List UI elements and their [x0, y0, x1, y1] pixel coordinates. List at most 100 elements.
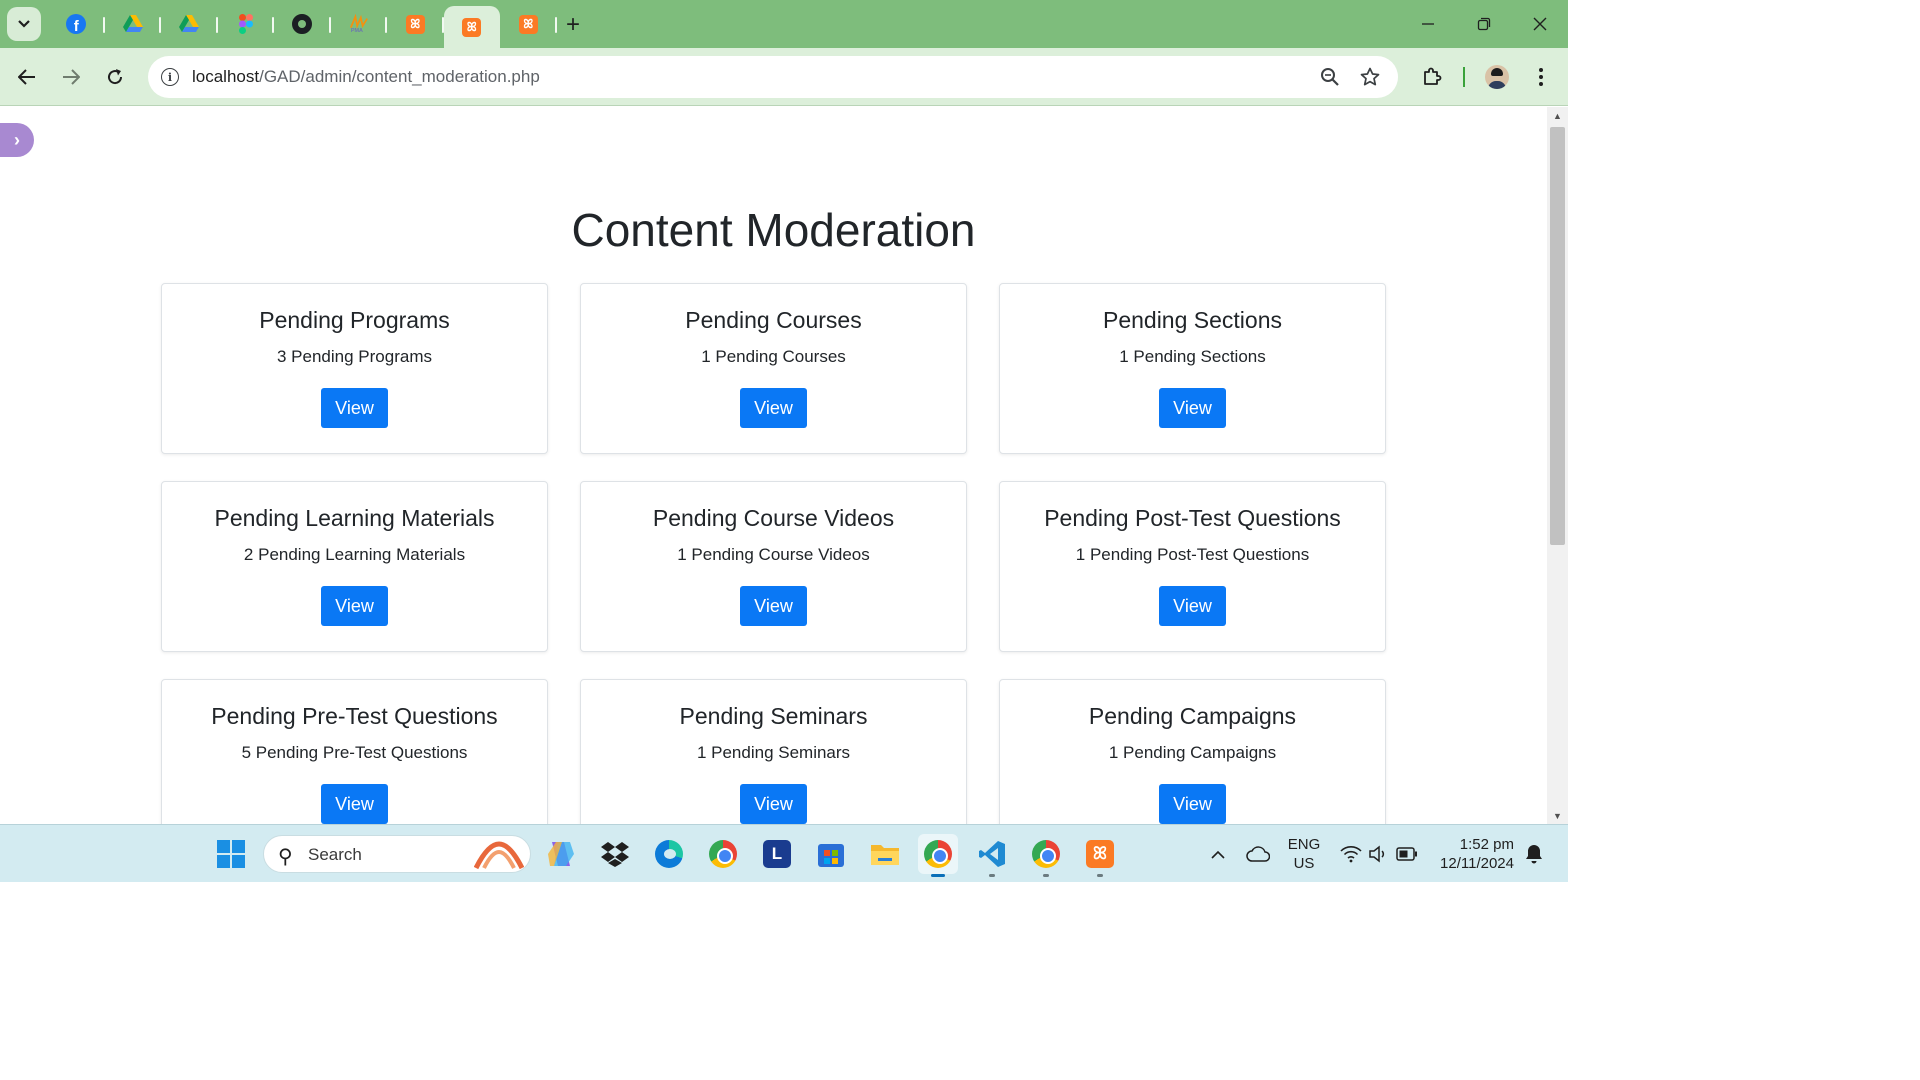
zoom-button[interactable]: [1318, 65, 1342, 89]
sidebar-toggle-button[interactable]: ›: [0, 123, 34, 157]
card-pending-programs: Pending Programs 3 Pending Programs View: [161, 283, 548, 454]
taskbar-copilot[interactable]: [541, 834, 581, 874]
card-title: Pending Learning Materials: [214, 505, 495, 531]
browser-menu-button[interactable]: [1526, 62, 1556, 92]
page-title: Content Moderation: [571, 204, 976, 256]
windows-logo-icon: [217, 840, 245, 868]
reload-button[interactable]: [100, 62, 130, 92]
tab-google-drive-2[interactable]: [161, 0, 218, 48]
restore-icon: [1477, 17, 1491, 31]
scroll-thumb[interactable]: [1550, 127, 1565, 545]
tab-github[interactable]: [274, 0, 331, 48]
taskbar-dropbox[interactable]: [595, 834, 635, 874]
xampp-icon: ꕤ: [462, 17, 482, 37]
clock[interactable]: 1:52 pm 12/11/2024: [1432, 825, 1522, 883]
tab-facebook[interactable]: f: [48, 0, 105, 48]
active-indicator: [931, 874, 945, 877]
taskbar-microsoft-store[interactable]: [811, 834, 851, 874]
chevron-right-icon: ›: [14, 129, 20, 150]
chrome-profile-icon: [924, 840, 952, 868]
card-count: 5 Pending Pre-Test Questions: [241, 743, 468, 762]
card-pending-sections: Pending Sections 1 Pending Sections View: [999, 283, 1386, 454]
more-vert-icon: [1539, 68, 1543, 86]
tab-xampp-active[interactable]: ꕤ: [443, 6, 500, 48]
search-highlight-icon: [474, 841, 524, 870]
taskbar-app-l[interactable]: L: [757, 834, 797, 874]
tab-google-drive-1[interactable]: [105, 0, 162, 48]
taskbar-chrome-profile[interactable]: [918, 834, 958, 877]
card-title: Pending Post-Test Questions: [1044, 505, 1341, 531]
taskbar-vscode[interactable]: [972, 834, 1012, 877]
view-course-videos-button[interactable]: View: [740, 586, 807, 626]
start-button[interactable]: [211, 834, 251, 874]
profile-avatar[interactable]: [1485, 65, 1509, 89]
taskbar-chrome-other[interactable]: [1026, 834, 1066, 877]
view-sections-button[interactable]: View: [1159, 388, 1226, 428]
card-count: 2 Pending Learning Materials: [243, 545, 466, 564]
dropbox-icon: [601, 842, 629, 867]
view-learning-materials-button[interactable]: View: [321, 586, 388, 626]
cloud-icon: [1246, 846, 1270, 862]
zoom-icon: [1321, 68, 1339, 86]
card-pending-course-videos: Pending Course Videos 1 Pending Course V…: [580, 481, 967, 652]
card-title: Pending Pre-Test Questions: [211, 703, 498, 729]
close-icon: [1533, 17, 1547, 31]
minimize-icon: [1422, 23, 1434, 25]
onedrive-button[interactable]: [1244, 825, 1272, 883]
card-title: Pending Course Videos: [652, 505, 895, 531]
store-icon: [818, 844, 844, 867]
view-pre-test-questions-button[interactable]: View: [321, 784, 388, 824]
vscode-icon: [979, 841, 1005, 867]
view-post-test-questions-button[interactable]: View: [1159, 586, 1226, 626]
language-code: ENG: [1287, 836, 1321, 853]
keyboard-region: US: [1293, 855, 1315, 872]
scroll-up-arrow-icon[interactable]: ▲: [1547, 107, 1568, 124]
site-info-icon[interactable]: i: [161, 68, 179, 86]
tab-figma[interactable]: [218, 0, 275, 48]
chrome-profile-icon: [1032, 840, 1060, 868]
language-indicator[interactable]: ENG US: [1282, 825, 1326, 883]
chevron-down-icon: [18, 20, 30, 28]
browser-tab-strip: f PMA ꕤ ꕤ ꕤ +: [0, 0, 1568, 48]
search-icon: ⚲: [278, 846, 293, 868]
restore-button[interactable]: [1456, 0, 1512, 48]
forward-button[interactable]: [56, 62, 86, 92]
card-pending-learning-materials: Pending Learning Materials 2 Pending Lea…: [161, 481, 548, 652]
notifications-button[interactable]: [1522, 825, 1546, 883]
view-seminars-button[interactable]: View: [740, 784, 807, 824]
copilot-icon: [548, 842, 574, 866]
minimize-button[interactable]: [1400, 0, 1456, 48]
taskbar-chrome[interactable]: [703, 834, 743, 874]
figma-icon: [238, 14, 253, 34]
tab-xampp-3[interactable]: ꕤ: [500, 0, 557, 48]
taskbar-edge[interactable]: [649, 834, 689, 874]
tab-phpmyadmin[interactable]: PMA: [331, 0, 388, 48]
google-drive-icon: [122, 15, 143, 32]
close-button[interactable]: [1512, 0, 1568, 48]
view-campaigns-button[interactable]: View: [1159, 784, 1226, 824]
moderation-card-grid: Pending Programs 3 Pending Programs View…: [161, 283, 1386, 824]
new-tab-button[interactable]: +: [560, 12, 586, 38]
card-count: 1 Pending Campaigns: [1108, 743, 1277, 762]
taskbar-search[interactable]: ⚲ Search: [263, 835, 531, 873]
xampp-icon: ꕤ: [405, 14, 425, 34]
view-courses-button[interactable]: View: [740, 388, 807, 428]
taskbar-xampp[interactable]: ꕤ: [1080, 834, 1120, 877]
windows-taskbar: ⚲ Search L ꕤ ENG US 1:52 pm 12/11/2024: [0, 824, 1568, 882]
tab-xampp-1[interactable]: ꕤ: [387, 0, 444, 48]
quick-settings-button[interactable]: [1336, 825, 1422, 883]
svg-text:PMA: PMA: [351, 28, 363, 34]
show-hidden-icons-button[interactable]: [1206, 825, 1230, 883]
card-count: 1 Pending Course Videos: [677, 545, 870, 564]
tab-search-button[interactable]: [7, 7, 41, 41]
address-bar[interactable]: i localhost/GAD/admin/content_moderation…: [148, 56, 1398, 98]
url-text[interactable]: localhost/GAD/admin/content_moderation.p…: [192, 67, 540, 87]
page-scrollbar[interactable]: ▲ ▼: [1547, 107, 1568, 824]
scroll-down-arrow-icon[interactable]: ▼: [1547, 807, 1568, 824]
back-button[interactable]: [12, 62, 42, 92]
bookmark-button[interactable]: [1358, 65, 1382, 89]
extensions-button[interactable]: [1417, 62, 1447, 92]
view-programs-button[interactable]: View: [321, 388, 388, 428]
taskbar-file-explorer[interactable]: [865, 834, 905, 874]
card-title: Pending Courses: [685, 307, 862, 333]
